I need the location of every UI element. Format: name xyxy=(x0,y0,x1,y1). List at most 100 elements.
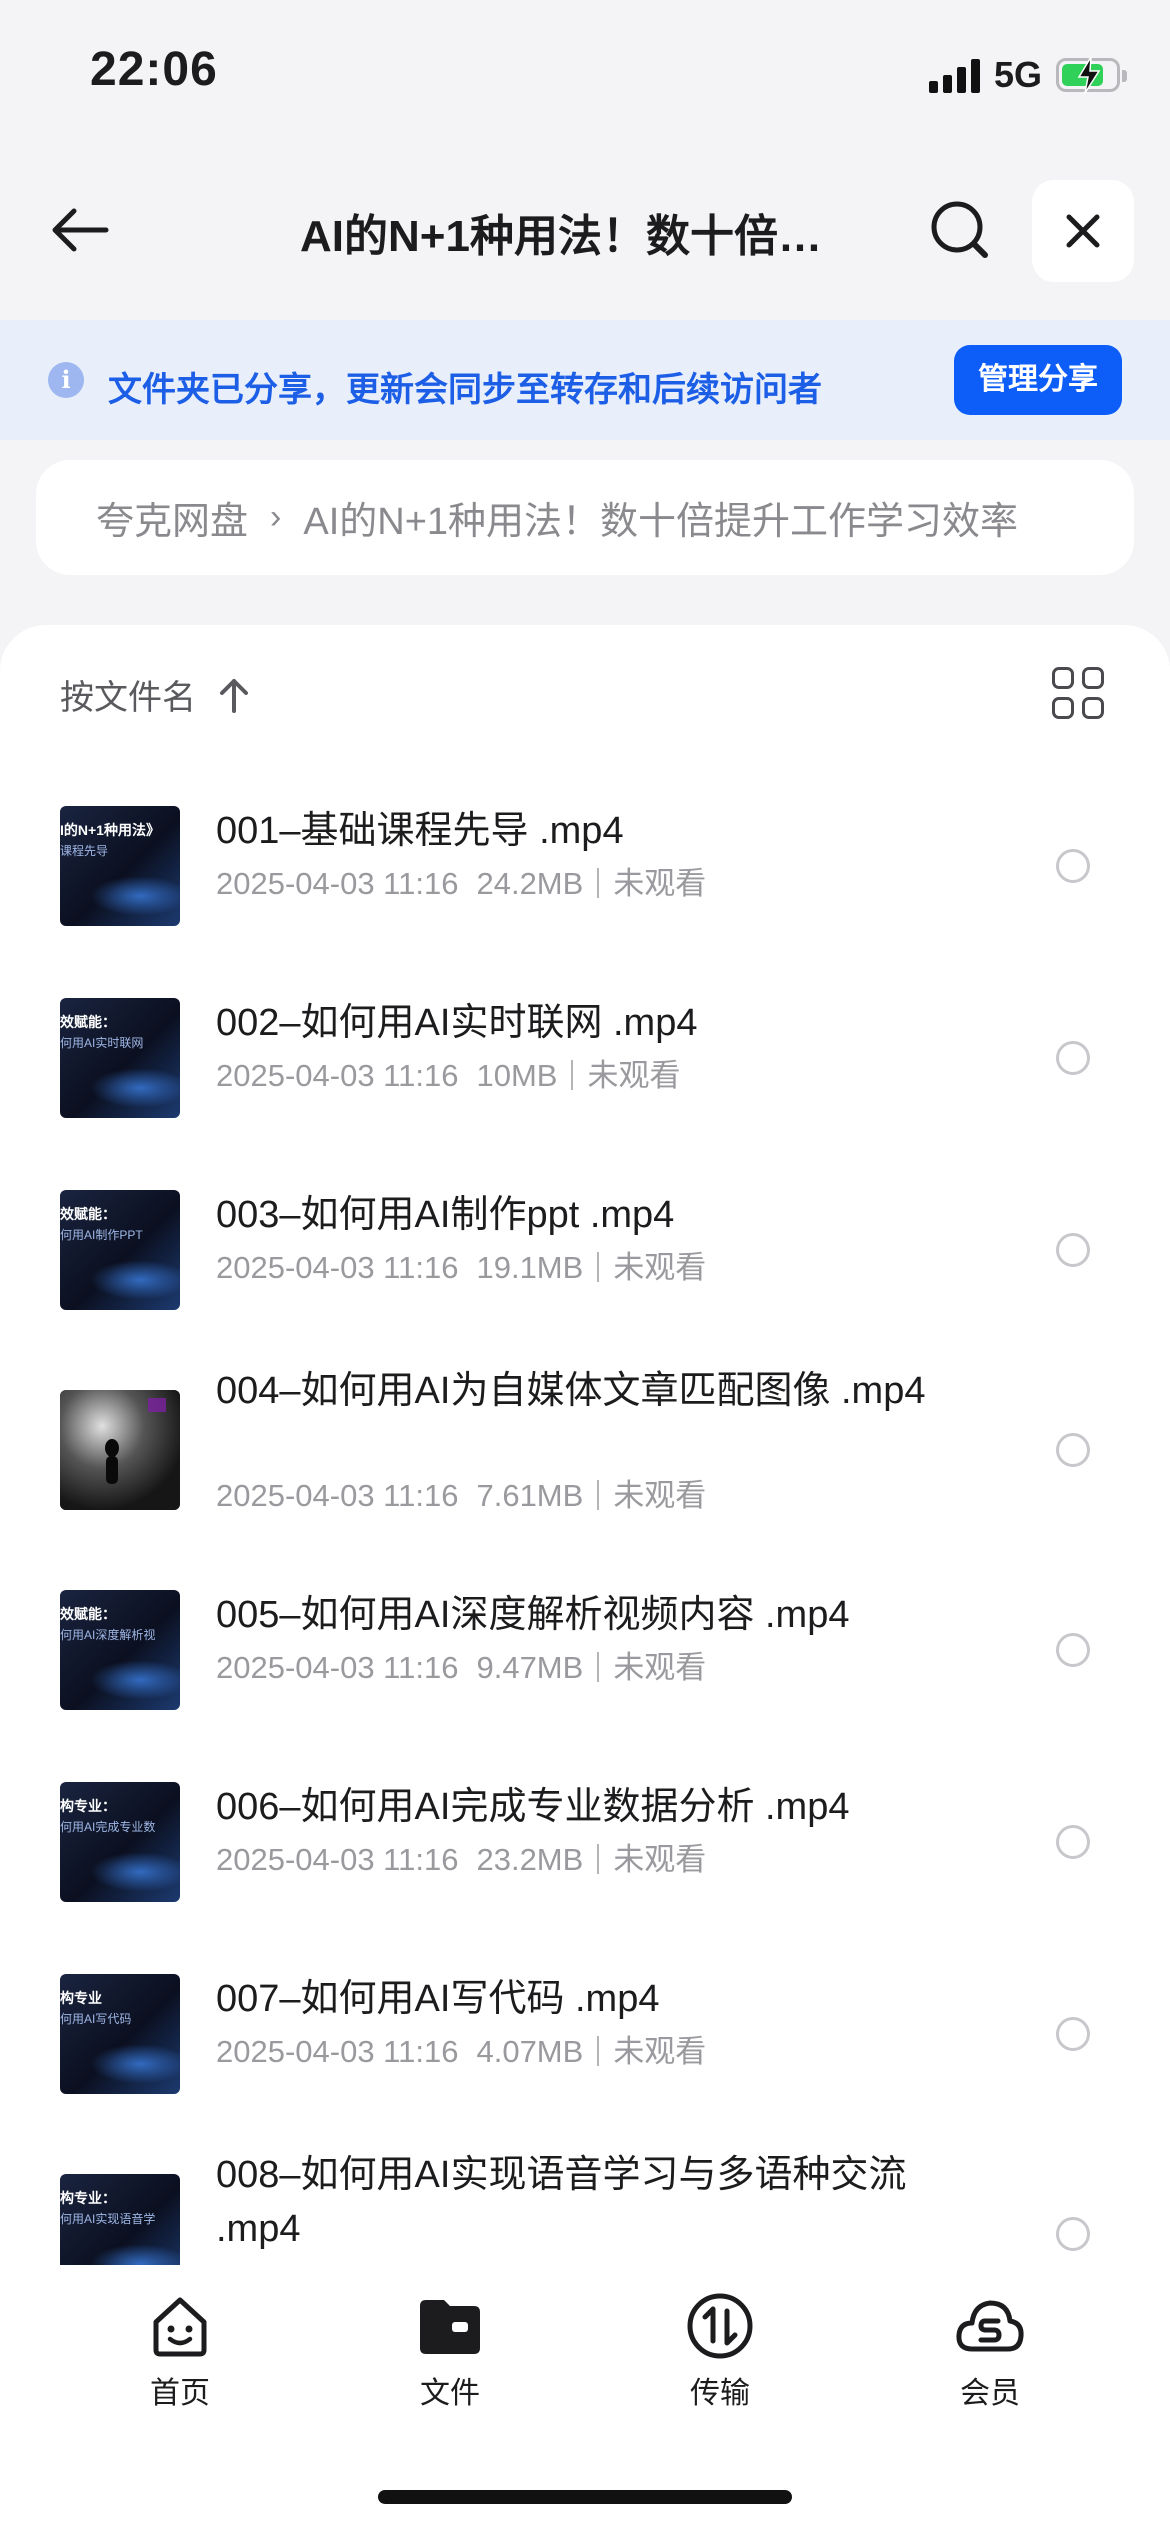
select-radio[interactable] xyxy=(1056,849,1090,883)
search-icon xyxy=(931,201,988,258)
tab-transfer[interactable]: 传输 xyxy=(620,2290,820,2412)
file-row[interactable]: 004–如何用AI为自媒体文章匹配图像 .mp4 2025-04-03 11:16… xyxy=(0,1346,1170,1554)
chevron-right-icon: › xyxy=(270,498,282,536)
video-thumbnail: 效赋能： 何用AI深度解析视 xyxy=(60,1590,180,1710)
watch-status: 未观看 xyxy=(613,1250,707,1285)
grid-view-icon xyxy=(1052,667,1074,689)
tab-member-label: 会员 xyxy=(960,2377,1020,2410)
file-size: 19.1MB xyxy=(476,1250,584,1285)
home-indicator xyxy=(378,2490,792,2504)
video-thumbnail xyxy=(60,1390,180,1510)
sort-control[interactable]: 按文件名 xyxy=(60,670,250,719)
info-icon: i xyxy=(48,362,84,398)
share-banner: i 文件夹已分享，更新会同步至转存和后续访问者 管理分享 xyxy=(0,320,1170,440)
select-radio[interactable] xyxy=(1056,1433,1090,1467)
watch-status: 未观看 xyxy=(613,2034,707,2069)
battery-charging-icon xyxy=(1056,57,1127,93)
select-radio[interactable] xyxy=(1056,2017,1090,2051)
search-button[interactable] xyxy=(925,195,995,265)
file-meta: 2025-04-03 11:16 24.2MB 未观看 xyxy=(216,858,706,903)
thumbnail-subtitle: 何用AI实时联网 xyxy=(60,1036,144,1050)
thumbnail-subtitle: 何用AI实现语音学 xyxy=(60,2212,156,2226)
file-meta: 2025-04-03 11:16 9.47MB 未观看 xyxy=(216,1642,706,1687)
share-status-text: 文件夹已分享，更新会同步至转存和后续访问者 xyxy=(108,371,822,409)
file-size: 23.2MB xyxy=(476,1842,584,1877)
meta-divider xyxy=(597,868,600,898)
file-row[interactable]: 效赋能： 何用AI深度解析视 005–如何用AI深度解析视频内容 .mp4 2025-… xyxy=(0,1554,1170,1746)
network-type: 5G xyxy=(993,54,1042,95)
file-name: 004–如何用AI为自媒体文章匹配图像 .mp4 xyxy=(216,1370,926,1412)
file-row[interactable]: 构专业： 何用AI实现语音学 008–如何用AI实现语音学习与多语种交流 .mp4 xyxy=(0,2130,1170,2265)
close-icon xyxy=(1066,214,1100,248)
meta-divider xyxy=(597,1652,600,1682)
breadcrumb-root[interactable]: 夸克网盘 xyxy=(96,490,248,545)
status-indicators: 5G xyxy=(928,50,1127,100)
cellular-signal-icon xyxy=(928,57,980,93)
thumbnail-title: 构专业： xyxy=(60,2190,116,2206)
file-panel: 按文件名 I的N+1种用法》 课程先导 001–基础课程先导 .mp4 2025-04… xyxy=(0,625,1170,2265)
home-face-icon xyxy=(153,2297,207,2357)
video-thumbnail: 效赋能： 何用AI制作PPT xyxy=(60,1190,180,1310)
file-date: 2025-04-03 11:16 xyxy=(216,866,459,901)
thumbnail-subtitle: 何用AI深度解析视 xyxy=(60,1628,156,1642)
file-date: 2025-04-03 11:16 xyxy=(216,1058,459,1093)
manage-share-button[interactable]: 管理分享 xyxy=(954,345,1122,415)
file-date: 2025-04-03 11:16 xyxy=(216,2034,459,2069)
select-radio[interactable] xyxy=(1056,1233,1090,1267)
file-date: 2025-04-03 11:16 xyxy=(216,1478,459,1513)
file-row[interactable]: 构专业 何用AI写代码 007–如何用AI写代码 .mp4 2025-04-03 11… xyxy=(0,1938,1170,2130)
transfer-icon xyxy=(687,2293,753,2359)
select-radio[interactable] xyxy=(1056,2217,1090,2251)
grid-view-button[interactable] xyxy=(1052,667,1104,719)
tab-files-label: 文件 xyxy=(420,2377,480,2410)
video-thumbnail: I的N+1种用法》 课程先导 xyxy=(60,806,180,926)
file-name: 002–如何用AI实时联网 .mp4 xyxy=(216,1002,698,1044)
watch-status: 未观看 xyxy=(613,1842,707,1877)
file-size: 4.07MB xyxy=(476,2034,584,2069)
tab-transfer-label: 传输 xyxy=(690,2377,750,2410)
breadcrumb-current: AI的N+1种用法！数十倍提升工作学习效率 xyxy=(303,501,1019,543)
sort-label: 按文件名 xyxy=(60,679,196,717)
video-thumbnail: 构专业 何用AI写代码 xyxy=(60,1974,180,2094)
meta-divider xyxy=(597,2036,600,2066)
file-date: 2025-04-03 11:16 xyxy=(216,1250,459,1285)
tab-home[interactable]: 首页 xyxy=(80,2290,280,2412)
select-radio[interactable] xyxy=(1056,1633,1090,1667)
file-size: 24.2MB xyxy=(476,866,584,901)
thumbnail-subtitle: 何用AI写代码 xyxy=(60,2012,132,2026)
video-thumbnail: 构专业： 何用AI实现语音学 xyxy=(60,2174,180,2265)
watch-status: 未观看 xyxy=(613,1478,707,1513)
folder-icon xyxy=(420,2300,480,2354)
thumbnail-title: 效赋能： xyxy=(60,1606,116,1622)
file-row[interactable]: 构专业： 何用AI完成专业数 006–如何用AI完成专业数据分析 .mp4 2025-… xyxy=(0,1746,1170,1938)
file-size: 9.47MB xyxy=(476,1650,584,1685)
status-bar: 22:06 5G xyxy=(0,0,1170,150)
file-row[interactable]: 效赋能： 何用AI实时联网 002–如何用AI实时联网 .mp4 2025-04-03… xyxy=(0,962,1170,1154)
close-button[interactable] xyxy=(1032,180,1134,282)
file-size: 10MB xyxy=(476,1058,558,1093)
file-row[interactable]: I的N+1种用法》 课程先导 001–基础课程先导 .mp4 2025-04-03 1… xyxy=(0,770,1170,962)
meta-divider xyxy=(571,1060,574,1090)
thumbnail-title: 效赋能： xyxy=(60,1014,116,1030)
select-radio[interactable] xyxy=(1056,1041,1090,1075)
tab-member[interactable]: 会员 xyxy=(890,2290,1090,2412)
video-thumbnail: 效赋能： 何用AI实时联网 xyxy=(60,998,180,1118)
video-thumbnail: 构专业： 何用AI完成专业数 xyxy=(60,1782,180,1902)
file-name: 001–基础课程先导 .mp4 xyxy=(216,810,624,852)
arrow-up-icon xyxy=(220,678,248,713)
file-size: 7.61MB xyxy=(476,1478,584,1513)
page-title: AI的N+1种用法！数十倍提升工作学习效率 xyxy=(300,212,860,261)
select-radio[interactable] xyxy=(1056,1825,1090,1859)
thumbnail-title: I的N+1种用法》 xyxy=(60,822,160,838)
thumbnail-subtitle: 课程先导 xyxy=(60,844,109,858)
file-meta: 2025-04-03 11:16 10MB 未观看 xyxy=(216,1050,680,1095)
thumbnail-title: 构专业： xyxy=(60,1798,116,1814)
file-row[interactable]: 效赋能： 何用AI制作PPT 003–如何用AI制作ppt .mp4 2025-04-… xyxy=(0,1154,1170,1346)
meta-divider xyxy=(597,1252,600,1282)
member-cloud-icon xyxy=(956,2300,1024,2352)
status-time: 22:06 xyxy=(90,43,218,96)
back-button[interactable] xyxy=(45,195,115,265)
nav-bar: AI的N+1种用法！数十倍提升工作学习效率 xyxy=(0,170,1170,295)
watch-status: 未观看 xyxy=(613,1650,707,1685)
tab-files[interactable]: 文件 xyxy=(350,2290,550,2412)
